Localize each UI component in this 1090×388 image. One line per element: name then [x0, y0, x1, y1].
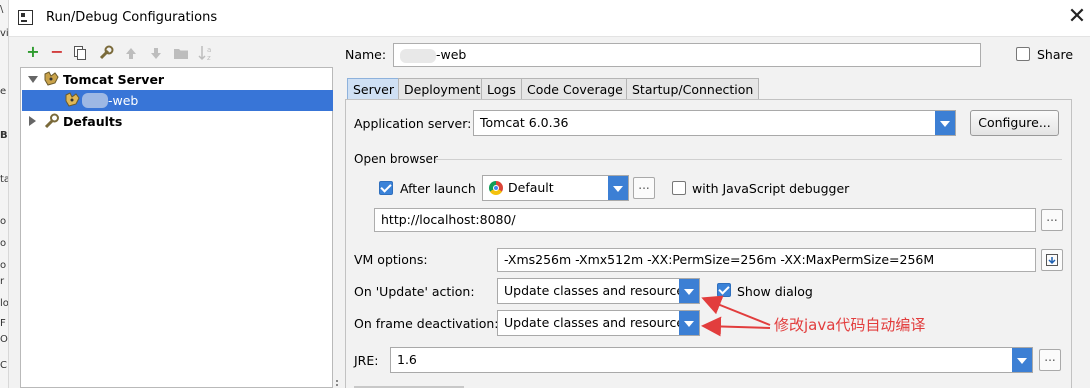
- background-window-strip: \ vi e B ta o o o r lo F O C: [0, 0, 9, 388]
- add-icon[interactable]: +: [25, 44, 41, 60]
- redacted-region: [82, 93, 108, 108]
- share-label: Share: [1037, 47, 1074, 62]
- configure-button[interactable]: Configure...: [970, 110, 1059, 136]
- sort-icon[interactable]: az: [198, 44, 214, 62]
- tab-code-coverage[interactable]: Code Coverage: [521, 78, 629, 100]
- tab-startup-connection[interactable]: Startup/Connection: [626, 78, 760, 100]
- tab-deployment[interactable]: Deployment: [398, 78, 487, 100]
- remove-icon[interactable]: −: [49, 44, 65, 60]
- tomcat-icon: [64, 92, 81, 108]
- jre-browse-button[interactable]: ...: [1039, 349, 1061, 371]
- browser-value: Default: [508, 180, 554, 195]
- svg-text:z: z: [207, 54, 211, 62]
- tree-item-label: -web: [108, 93, 139, 108]
- name-label: Name:: [345, 47, 387, 62]
- on-frame-label: On frame deactivation:: [354, 316, 499, 331]
- url-value: http://localhost:8080/: [381, 212, 516, 227]
- bg-fragment: O: [0, 334, 8, 345]
- chevron-down-icon: [608, 176, 628, 200]
- jre-select[interactable]: 1.6: [390, 347, 1033, 373]
- tree-item-web[interactable]: -web: [22, 90, 333, 111]
- bg-fragment: \: [0, 4, 4, 15]
- on-frame-select[interactable]: Update classes and resources: [497, 310, 700, 336]
- svg-text:a: a: [207, 46, 211, 54]
- arrow-to-update-icon: [701, 295, 771, 326]
- folder-icon[interactable]: [173, 46, 189, 60]
- splitter[interactable]: [333, 36, 345, 388]
- tree-group-label: Defaults: [63, 114, 123, 129]
- on-update-label: On 'Update' action:: [354, 284, 475, 299]
- url-browse-button[interactable]: ...: [1041, 209, 1063, 231]
- close-button[interactable]: ✕: [1062, 4, 1090, 30]
- app-icon: [18, 10, 33, 25]
- redacted-region: [400, 48, 436, 63]
- tree-group-defaults[interactable]: Defaults: [22, 111, 333, 132]
- jre-value: 1.6: [397, 352, 417, 367]
- app-server-select[interactable]: Tomcat 6.0.36: [473, 110, 956, 136]
- move-down-icon[interactable]: [149, 46, 163, 60]
- bg-fragment: F: [0, 318, 6, 329]
- move-up-icon[interactable]: [124, 46, 138, 60]
- name-input[interactable]: -web: [393, 43, 981, 67]
- chevron-down-icon: [935, 111, 955, 135]
- vm-options-label: VM options:: [354, 252, 428, 267]
- expand-arrow-icon[interactable]: [28, 76, 38, 83]
- jre-label: JRE:: [354, 353, 379, 368]
- vm-options-input[interactable]: -Xms256m -Xmx512m -XX:PermSize=256m -XX:…: [497, 248, 1036, 272]
- browser-select[interactable]: Default: [482, 175, 629, 201]
- chevron-down-icon: [1012, 348, 1032, 372]
- window-title: Run/Debug Configurations: [46, 10, 218, 25]
- cut-off-section-label: [354, 383, 464, 388]
- bg-fragment: o: [0, 260, 7, 271]
- title-bar: Run/Debug Configurations ✕: [9, 0, 1090, 36]
- copy-icon[interactable]: [74, 46, 86, 60]
- on-frame-value: Update classes and resources: [504, 315, 691, 330]
- tab-logs[interactable]: Logs: [481, 78, 522, 100]
- wrench-icon: [43, 113, 60, 129]
- bg-fragment: e: [0, 86, 7, 97]
- bg-fragment: vi: [0, 28, 9, 39]
- vm-options-value: -Xms256m -Xmx512m -XX:PermSize=256m -XX:…: [504, 252, 935, 267]
- open-browser-label: Open browser: [354, 152, 438, 166]
- app-server-label: Application server:: [354, 116, 472, 131]
- tomcat-icon: [43, 71, 60, 87]
- section-divider: [435, 159, 1062, 160]
- configurations-tree[interactable]: Tomcat Server -web Defaults: [20, 67, 333, 388]
- browser-browse-button[interactable]: ...: [633, 177, 655, 199]
- after-launch-label: After launch: [400, 181, 476, 196]
- wrench-icon[interactable]: [98, 45, 114, 61]
- tree-group-label: Tomcat Server: [63, 72, 165, 87]
- annotation-text: 修改java代码自动编译: [774, 316, 926, 334]
- app-server-value: Tomcat 6.0.36: [480, 115, 569, 130]
- name-value: -web: [436, 47, 467, 62]
- bg-fragment: lo: [0, 298, 9, 309]
- url-input[interactable]: http://localhost:8080/: [374, 208, 1036, 232]
- after-launch-checkbox[interactable]: [379, 181, 393, 195]
- bg-fragment: r: [0, 276, 5, 287]
- on-update-value: Update classes and resources: [504, 283, 691, 298]
- expand-field-button[interactable]: [1041, 249, 1063, 271]
- bg-fragment: o: [0, 238, 7, 249]
- arrow-to-frame-icon: [701, 316, 771, 337]
- tree-group-tomcat-server[interactable]: Tomcat Server: [22, 69, 333, 90]
- collapse-arrow-icon[interactable]: [29, 116, 36, 126]
- tab-server[interactable]: Server: [347, 78, 400, 100]
- bg-fragment: ta: [0, 174, 8, 185]
- bg-fragment: C: [0, 360, 7, 371]
- server-tab-panel: [345, 99, 1072, 388]
- share-checkbox[interactable]: [1016, 47, 1030, 61]
- bg-fragment: B: [0, 130, 8, 141]
- js-debugger-label: with JavaScript debugger: [692, 181, 850, 196]
- on-update-select[interactable]: Update classes and resources: [497, 278, 700, 304]
- js-debugger-checkbox[interactable]: [672, 181, 686, 195]
- bg-fragment: o: [0, 216, 7, 227]
